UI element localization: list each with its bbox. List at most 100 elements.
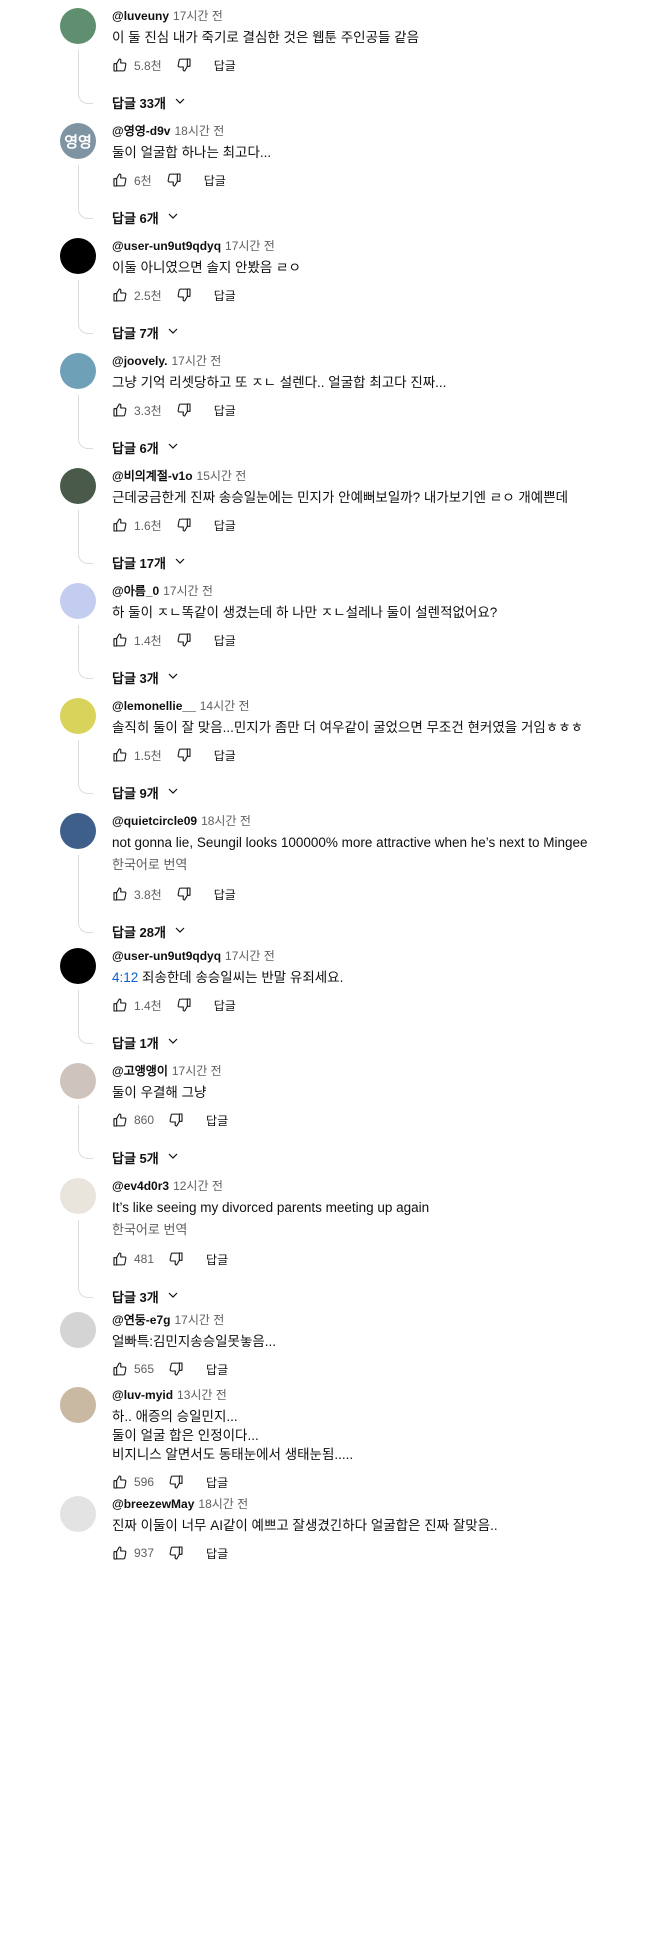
author-name[interactable]: @ev4d0r3	[112, 1179, 169, 1193]
author-name[interactable]: @user-un9ut9qdyq	[112, 239, 221, 253]
author-name[interactable]: @luveuny	[112, 9, 169, 23]
comment-time[interactable]: 17시간 전	[225, 239, 275, 253]
like-icon[interactable]	[112, 747, 128, 763]
author-name[interactable]: @영영-d9v	[112, 124, 170, 138]
comment-time[interactable]: 17시간 전	[225, 949, 275, 963]
author-name[interactable]: @lemonellie__	[112, 699, 196, 713]
dislike-icon[interactable]	[168, 1361, 184, 1377]
avatar[interactable]	[60, 1063, 96, 1099]
dislike-icon[interactable]	[176, 517, 192, 533]
view-replies-button[interactable]: 답글 3개	[112, 1287, 179, 1306]
timestamp-link[interactable]: 4:12	[112, 970, 138, 985]
reply-button[interactable]: 답글	[206, 1251, 228, 1268]
comment-time[interactable]: 12시간 전	[173, 1179, 223, 1193]
reply-button[interactable]: 답글	[206, 1361, 228, 1378]
like-icon[interactable]	[112, 172, 128, 188]
avatar[interactable]	[60, 583, 96, 619]
reply-button[interactable]: 답글	[214, 402, 236, 419]
reply-button[interactable]: 답글	[214, 997, 236, 1014]
avatar[interactable]	[60, 468, 96, 504]
like-icon[interactable]	[112, 997, 128, 1013]
dislike-icon[interactable]	[176, 287, 192, 303]
author-name[interactable]: @아름_0	[112, 584, 159, 598]
avatar[interactable]	[60, 1496, 96, 1532]
like-icon[interactable]	[112, 1474, 128, 1490]
comment-time[interactable]: 18시간 전	[201, 814, 251, 828]
view-replies-button[interactable]: 답글 7개	[112, 323, 179, 342]
avatar[interactable]	[60, 948, 96, 984]
author-name[interactable]: @비의계절-v1o	[112, 469, 193, 483]
view-replies-button[interactable]: 답글 6개	[112, 208, 179, 227]
author-name[interactable]: @연둥-e7g	[112, 1313, 170, 1327]
author-name[interactable]: @user-un9ut9qdyq	[112, 949, 221, 963]
avatar[interactable]	[60, 353, 96, 389]
like-icon[interactable]	[112, 1545, 128, 1561]
reply-button[interactable]: 답글	[206, 1112, 228, 1129]
comment-time[interactable]: 18시간 전	[198, 1497, 248, 1511]
author-name[interactable]: @quietcircle09	[112, 814, 197, 828]
dislike-icon[interactable]	[176, 997, 192, 1013]
dislike-icon[interactable]	[168, 1112, 184, 1128]
dislike-icon[interactable]	[166, 172, 182, 188]
reply-button[interactable]: 답글	[206, 1545, 228, 1562]
comment-time[interactable]: 17시간 전	[173, 9, 223, 23]
reply-button[interactable]: 답글	[214, 57, 236, 74]
author-name[interactable]: @breezewMay	[112, 1497, 194, 1511]
like-icon[interactable]	[112, 57, 128, 73]
avatar[interactable]	[60, 1312, 96, 1348]
reply-button[interactable]: 답글	[214, 287, 236, 304]
avatar[interactable]	[60, 8, 96, 44]
reply-button[interactable]: 답글	[214, 747, 236, 764]
author-name[interactable]: @luv-myid	[112, 1388, 173, 1402]
reply-button[interactable]: 답글	[214, 632, 236, 649]
like-icon[interactable]	[112, 632, 128, 648]
like-icon[interactable]	[112, 402, 128, 418]
view-replies-button[interactable]: 답글 6개	[112, 438, 179, 457]
author-name[interactable]: @고앵앵이	[112, 1064, 168, 1078]
avatar[interactable]	[60, 1178, 96, 1214]
comment-time[interactable]: 17시간 전	[163, 584, 213, 598]
dislike-icon[interactable]	[168, 1474, 184, 1490]
view-replies-button[interactable]: 답글 28개	[112, 922, 186, 941]
reply-button[interactable]: 답글	[214, 886, 236, 903]
avatar[interactable]	[60, 698, 96, 734]
comment-time[interactable]: 17시간 전	[172, 1064, 222, 1078]
comment-text: 그냥 기억 리셋당하고 또 ㅈㄴ 설렌다.. 얼굴합 최고다 진짜...	[112, 375, 447, 390]
view-replies-button[interactable]: 답글 9개	[112, 783, 179, 802]
view-replies-button[interactable]: 답글 5개	[112, 1148, 179, 1167]
comment-time[interactable]: 14시간 전	[200, 699, 250, 713]
comment-time[interactable]: 18시간 전	[174, 124, 224, 138]
dislike-icon[interactable]	[176, 402, 192, 418]
reply-button[interactable]: 답글	[214, 517, 236, 534]
avatar[interactable]	[60, 813, 96, 849]
avatar[interactable]	[60, 238, 96, 274]
view-replies-button[interactable]: 답글 3개	[112, 668, 179, 687]
reply-button[interactable]: 답글	[206, 1474, 228, 1491]
like-icon[interactable]	[112, 886, 128, 902]
like-icon[interactable]	[112, 517, 128, 533]
like-icon[interactable]	[112, 1112, 128, 1128]
view-replies-button[interactable]: 답글 33개	[112, 93, 186, 112]
view-replies-button[interactable]: 답글 17개	[112, 553, 186, 572]
comment-time[interactable]: 17시간 전	[172, 354, 222, 368]
like-icon[interactable]	[112, 1361, 128, 1377]
comment-time[interactable]: 17시간 전	[174, 1313, 224, 1327]
dislike-icon[interactable]	[176, 747, 192, 763]
view-replies-button[interactable]: 답글 1개	[112, 1033, 179, 1052]
dislike-icon[interactable]	[176, 886, 192, 902]
translate-link[interactable]: 한국어로 번역	[112, 1219, 187, 1238]
comment-time[interactable]: 13시간 전	[177, 1388, 227, 1402]
reply-button[interactable]: 답글	[204, 172, 226, 189]
dislike-icon[interactable]	[168, 1251, 184, 1267]
dislike-icon[interactable]	[176, 632, 192, 648]
like-icon[interactable]	[112, 287, 128, 303]
avatar[interactable]: 영영	[60, 123, 96, 159]
dislike-icon[interactable]	[176, 57, 192, 73]
chevron-down-icon	[166, 95, 186, 110]
avatar[interactable]	[60, 1387, 96, 1423]
translate-link[interactable]: 한국어로 번역	[112, 854, 187, 873]
like-icon[interactable]	[112, 1251, 128, 1267]
dislike-icon[interactable]	[168, 1545, 184, 1561]
author-name[interactable]: @joovely.	[112, 354, 168, 368]
comment-time[interactable]: 15시간 전	[197, 469, 247, 483]
